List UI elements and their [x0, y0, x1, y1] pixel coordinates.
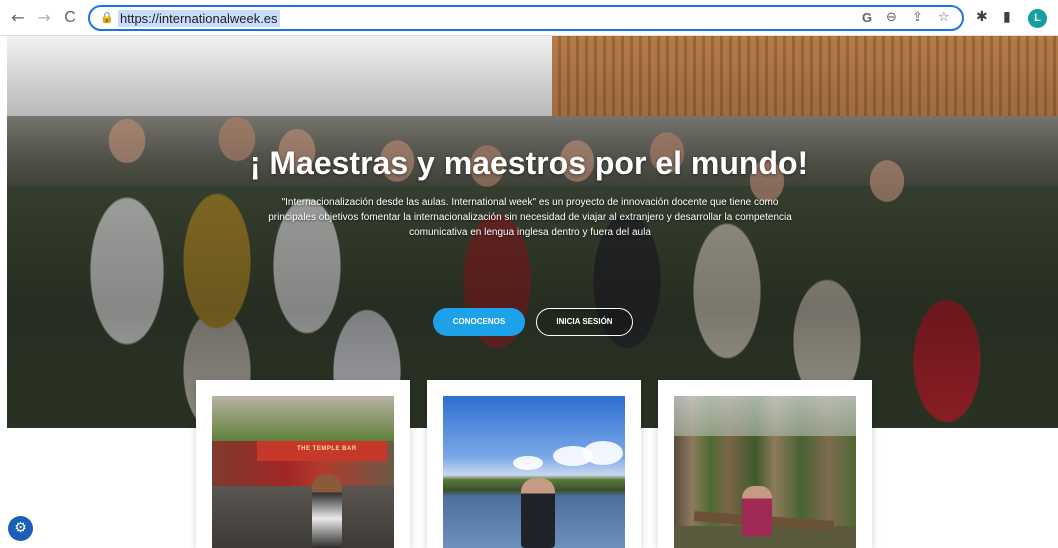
browser-toolbar: ← → C 🔒 https://internationalweek.es G ⊖…	[0, 0, 1058, 36]
nav-conocenos-link[interactable]: CONOCENOS	[819, 21, 873, 30]
photo-sky	[674, 396, 856, 436]
photo-card-lake[interactable]	[427, 380, 641, 548]
back-arrow-icon[interactable]: ←	[8, 8, 28, 28]
share-icon[interactable]: ⇪	[912, 10, 923, 25]
reload-icon[interactable]: C	[60, 8, 80, 28]
forward-arrow-icon[interactable]: →	[34, 8, 54, 28]
photo-person	[521, 478, 555, 548]
hero-description: "Internacionalización desde las aulas. I…	[268, 197, 792, 238]
zoom-icon[interactable]: ⊖	[886, 10, 897, 25]
bookmark-star-icon[interactable]: ☆	[938, 10, 950, 25]
card-photo-lake	[443, 396, 625, 548]
conocenos-button[interactable]: CONOCENOS	[433, 308, 525, 336]
photo-pub-sign-text: THE TEMPLE BAR	[297, 446, 357, 452]
lock-icon[interactable]: 🔒	[100, 11, 114, 24]
photo-cloud	[583, 441, 623, 465]
photo-cloud	[513, 456, 543, 470]
photo-card-forest[interactable]	[658, 380, 872, 548]
photo-street	[212, 486, 394, 548]
side-panel-icon[interactable]: ▮	[1003, 9, 1011, 25]
card-photo-pub: THE TEMPLE BAR	[212, 396, 394, 548]
url-text[interactable]: https://internationalweek.es	[118, 10, 280, 27]
inicia-sesion-button[interactable]: INICIA SESIÓN	[536, 308, 633, 336]
photo-card-dublin[interactable]: THE TEMPLE BAR	[196, 380, 410, 548]
nav-iniciar-sesion-link[interactable]: INICIAR SESIÓN	[738, 21, 803, 30]
extensions-icon[interactable]: ✱	[976, 9, 988, 25]
photo-plants	[212, 396, 394, 441]
profile-avatar[interactable]: L	[1028, 9, 1047, 28]
nav-home-link[interactable]: HOME	[632, 21, 657, 33]
photo-person	[312, 474, 342, 548]
nav-registro-link[interactable]: REGISTRO	[678, 21, 721, 30]
card-photo-forest	[674, 396, 856, 548]
hero-title: ¡ Maestras y maestros por el mundo!	[249, 145, 809, 181]
photo-person	[742, 486, 772, 536]
accessibility-icon[interactable]: ⚙	[8, 516, 33, 541]
